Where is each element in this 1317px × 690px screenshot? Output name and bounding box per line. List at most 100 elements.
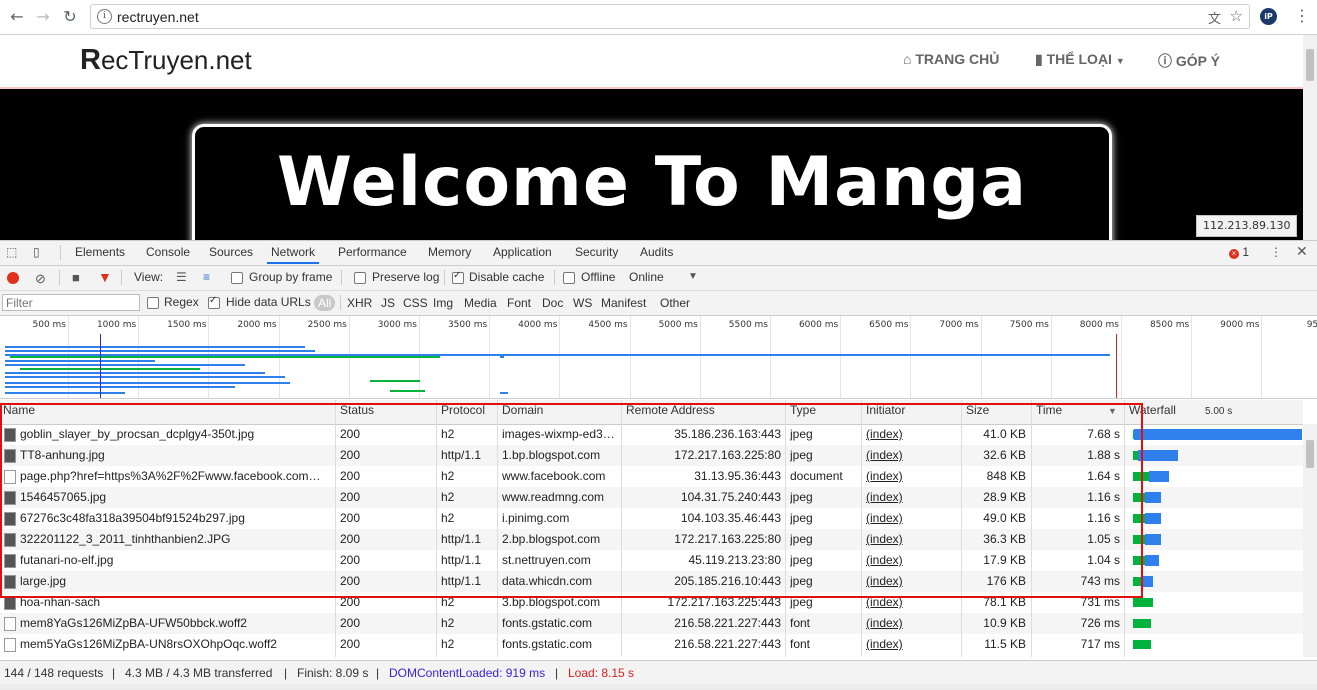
- filter-type-font[interactable]: Font: [507, 296, 531, 310]
- timeline-gridline: [980, 316, 982, 398]
- site-info-icon[interactable]: i: [97, 9, 112, 24]
- preserve-log-checkbox[interactable]: [354, 272, 366, 284]
- regex-label: Regex: [164, 295, 199, 309]
- error-icon: ×: [1229, 249, 1239, 259]
- extension-icon[interactable]: iP: [1260, 8, 1277, 25]
- cell-initiator[interactable]: (index): [866, 616, 956, 630]
- tab-security[interactable]: Security: [575, 245, 618, 259]
- page-scrollbar[interactable]: [1303, 35, 1317, 240]
- group-by-frame-label: Group by frame: [249, 270, 333, 284]
- url-text[interactable]: rectruyen.net: [117, 9, 199, 25]
- timeline-gridline: [1121, 316, 1122, 398]
- bookmark-star-icon[interactable]: ☆: [1230, 7, 1243, 25]
- timeline-request-bar: [5, 392, 125, 394]
- table-scrollbar-thumb[interactable]: [1306, 440, 1314, 468]
- page-scrollbar-thumb[interactable]: [1306, 49, 1314, 81]
- hide-data-urls-checkbox[interactable]: [208, 295, 220, 309]
- clear-icon[interactable]: ⊘: [35, 271, 46, 287]
- timeline-tick-label: 8500 ms: [1149, 320, 1190, 330]
- device-toolbar-icon[interactable]: ▯: [33, 245, 40, 259]
- translate-icon[interactable]: 文: [1208, 8, 1221, 27]
- filter-funnel-icon[interactable]: ▼: [98, 269, 112, 285]
- timeline-tick-label: 9500: [1306, 320, 1317, 330]
- timeline-tick-label: 4000 ms: [518, 320, 558, 330]
- network-overview-timeline[interactable]: 500 ms 1000 ms 1500 ms 2000 ms 2500 ms 3000 m…: [0, 316, 1317, 399]
- browser-menu-icon[interactable]: ⋮: [1294, 6, 1310, 25]
- tab-console[interactable]: Console: [146, 245, 190, 259]
- web-page: RecTruyen.net ⌂ TRANG CHỦ ▮ THỂ LOẠI ▼ ⓘ…: [0, 35, 1303, 240]
- filter-type-img[interactable]: Img: [433, 296, 453, 310]
- banner-box: Welcome To Manga: [192, 124, 1112, 240]
- error-counter[interactable]: × 1: [1229, 245, 1249, 259]
- hide-data-urls-label: Hide data URLs: [226, 295, 311, 309]
- tab-application[interactable]: Application: [493, 245, 552, 259]
- filter-type-ws[interactable]: WS: [573, 296, 592, 310]
- home-icon: ⌂: [903, 51, 912, 67]
- filter-type-all[interactable]: All: [314, 295, 336, 311]
- cell-protocol: h2: [441, 616, 455, 630]
- site-logo[interactable]: RecTruyen.net: [80, 44, 252, 77]
- timeline-tick-label: 5500 ms: [728, 320, 768, 330]
- filter-type-other[interactable]: Other: [660, 296, 690, 310]
- timeline-gridline: [910, 316, 912, 398]
- screenshot-camera-icon[interactable]: ■: [72, 270, 80, 285]
- filter-type-xhr[interactable]: XHR: [347, 296, 372, 310]
- filter-type-css[interactable]: CSS: [403, 296, 428, 310]
- waterfall-download-bar: [1145, 492, 1161, 503]
- devtools-menu-icon[interactable]: ⋮: [1270, 245, 1282, 259]
- timeline-gridline: [1050, 316, 1052, 398]
- tab-elements[interactable]: Elements: [75, 245, 125, 259]
- throttle-select[interactable]: Online: [629, 270, 664, 284]
- nav-home-link[interactable]: ⌂ TRANG CHỦ: [903, 51, 999, 67]
- waterfall-waiting-bar: [1133, 598, 1153, 607]
- filter-type-js[interactable]: JS: [381, 296, 395, 310]
- timeline-request-bar: [10, 356, 440, 358]
- transferred-size: 4.3 MB / 4.3 MB transferred: [125, 666, 273, 680]
- waterfall-download-bar: [1145, 534, 1161, 545]
- record-icon[interactable]: [7, 272, 19, 284]
- large-rows-icon[interactable]: ☰: [176, 270, 187, 284]
- timeline-tick-label: 7000 ms: [939, 320, 979, 330]
- table-scrollbar[interactable]: [1303, 424, 1317, 657]
- cell-domain: fonts.gstatic.com: [502, 637, 593, 651]
- tab-network[interactable]: Network: [266, 245, 320, 264]
- disable-cache-checkbox[interactable]: [452, 270, 464, 284]
- address-bar[interactable]: i rectruyen.net 文 ☆: [90, 4, 1250, 29]
- table-row[interactable]: mem8YaGs126MiZpBA-UFW50bbck.woff2 200 h2 fo…: [0, 613, 1303, 634]
- tab-audits[interactable]: Audits: [640, 245, 673, 259]
- regex-checkbox[interactable]: [147, 297, 159, 309]
- filter-input[interactable]: [2, 294, 140, 311]
- close-devtools-icon[interactable]: ✕: [1296, 243, 1308, 260]
- timeline-gridline: [699, 316, 701, 398]
- timeline-tick-label: 500 ms: [32, 320, 67, 330]
- waterfall-scale-label: 5.00 s: [1205, 406, 1233, 417]
- reload-icon[interactable]: ↻: [59, 6, 81, 28]
- nav-genre-link[interactable]: ▮ THỂ LOẠI ▼: [1035, 51, 1125, 68]
- forward-arrow-icon[interactable]: →: [32, 6, 54, 28]
- timeline-gridline: [770, 316, 771, 398]
- throttle-dropdown-icon[interactable]: ▼: [688, 271, 698, 282]
- filter-type-doc[interactable]: Doc: [542, 296, 563, 310]
- timeline-request-bar: [500, 392, 508, 394]
- table-row[interactable]: mem5YaGs126MiZpBA-UN8rsOXOhpOqc.woff2 200…: [0, 634, 1303, 655]
- tab-memory[interactable]: Memory: [428, 245, 471, 259]
- group-by-frame-checkbox[interactable]: [231, 272, 243, 284]
- inspect-element-icon[interactable]: ⬚: [6, 245, 17, 259]
- back-arrow-icon[interactable]: ←: [6, 6, 28, 28]
- nav-feedback-link[interactable]: ⓘ GÓP Ý: [1158, 51, 1220, 71]
- timeline-tick-label: 5000 ms: [658, 320, 698, 330]
- cell-status: 200: [340, 616, 361, 630]
- cell-type: font: [790, 616, 811, 630]
- cell-size: 11.5 KB: [984, 637, 1026, 651]
- tab-performance[interactable]: Performance: [338, 245, 407, 259]
- cell-initiator[interactable]: (index): [866, 637, 956, 651]
- filter-type-manifest[interactable]: Manifest: [601, 296, 646, 310]
- tab-sources[interactable]: Sources: [209, 245, 253, 259]
- timeline-gridline: [489, 316, 491, 398]
- offline-checkbox[interactable]: [563, 272, 575, 284]
- filter-type-media[interactable]: Media: [464, 296, 497, 310]
- waterfall-view-icon[interactable]: ≡: [203, 270, 210, 284]
- timeline-request-bar: [500, 356, 504, 358]
- timeline-request-bar: [5, 364, 245, 366]
- cell-type: font: [790, 637, 811, 651]
